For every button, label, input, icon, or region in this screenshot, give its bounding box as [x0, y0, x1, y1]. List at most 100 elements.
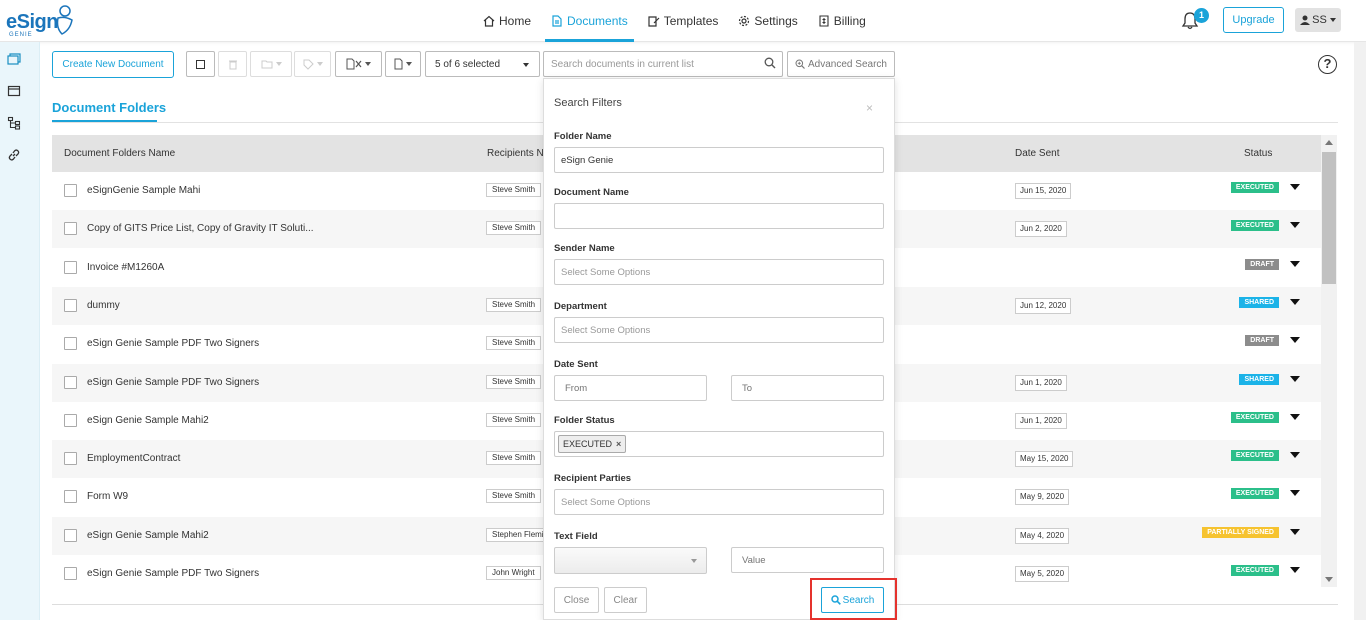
- nav-item-templates[interactable]: Templates: [640, 0, 727, 42]
- column-header-recipients[interactable]: Recipients Na: [487, 148, 549, 159]
- row-checkbox[interactable]: [64, 528, 77, 542]
- selection-count-dropdown[interactable]: 5 of 6 selected: [425, 51, 540, 77]
- tree-icon[interactable]: [7, 116, 21, 130]
- page-scrollbar[interactable]: [1354, 42, 1366, 620]
- sender-name-select[interactable]: Select Some Options: [554, 259, 884, 285]
- row-actions-dropdown-icon[interactable]: [1290, 567, 1300, 573]
- folder-status-multiselect[interactable]: EXECUTED ×: [554, 431, 884, 457]
- date-sent: May 9, 2020: [1015, 489, 1070, 506]
- calendar-icon[interactable]: [7, 84, 21, 98]
- document-options-dropdown[interactable]: [385, 51, 421, 77]
- link-icon[interactable]: [7, 148, 21, 162]
- date-sent: Jun 2, 2020: [1015, 221, 1067, 238]
- folder-name[interactable]: eSign Genie Sample PDF Two Signers: [87, 568, 259, 579]
- scroll-down-icon[interactable]: [1325, 577, 1333, 582]
- row-checkbox[interactable]: [64, 490, 77, 504]
- row-checkbox[interactable]: [64, 413, 77, 427]
- column-header-status[interactable]: Status: [1244, 148, 1272, 159]
- row-actions-dropdown-icon[interactable]: [1290, 413, 1300, 420]
- nav-item-home[interactable]: Home: [475, 0, 539, 42]
- create-new-document-button[interactable]: Create New Document: [52, 51, 174, 78]
- folder-name[interactable]: eSign Genie Sample PDF Two Signers: [87, 377, 259, 388]
- folder-name[interactable]: eSign Genie Sample Mahi2: [87, 530, 209, 541]
- delete-button[interactable]: [218, 51, 247, 77]
- folder-name[interactable]: EmploymentContract: [87, 453, 180, 464]
- row-checkbox[interactable]: [64, 452, 77, 466]
- text-field-select[interactable]: [554, 547, 707, 574]
- nav-item-billing[interactable]: Billing: [810, 0, 874, 42]
- row-checkbox[interactable]: [64, 567, 77, 580]
- table-scrollbar[interactable]: [1321, 135, 1337, 587]
- row-checkbox[interactable]: [64, 337, 77, 351]
- folder-name[interactable]: eSignGenie Sample Mahi: [87, 185, 200, 196]
- row-actions-dropdown-icon[interactable]: [1290, 298, 1300, 305]
- text-field-value-input[interactable]: [731, 547, 884, 573]
- search-documents-input[interactable]: [543, 51, 783, 77]
- search-icon[interactable]: [764, 57, 776, 69]
- esign-genie-logo[interactable]: eSign GENIE: [6, 4, 76, 38]
- folder-name[interactable]: Form W9: [87, 491, 128, 502]
- folders-icon[interactable]: [7, 52, 21, 66]
- column-header-date-sent[interactable]: Date Sent: [1015, 148, 1059, 159]
- document-actions-dropdown[interactable]: [335, 51, 382, 77]
- user-menu[interactable]: SS: [1295, 8, 1341, 32]
- date-sent: Jun 1, 2020: [1015, 374, 1067, 391]
- notifications-bell[interactable]: 1: [1180, 8, 1209, 33]
- row-checkbox[interactable]: [64, 375, 77, 389]
- row-actions-dropdown-icon[interactable]: [1290, 528, 1300, 535]
- folder-name[interactable]: eSign Genie Sample PDF Two Signers: [87, 338, 259, 349]
- status-badge: DRAFT: [1245, 335, 1279, 347]
- date-to-input[interactable]: [731, 375, 884, 401]
- row-actions-dropdown-icon[interactable]: [1290, 375, 1300, 382]
- help-icon[interactable]: ?: [1318, 55, 1337, 74]
- remove-tag-icon[interactable]: ×: [616, 439, 621, 449]
- chevron-down-icon: [1329, 18, 1336, 22]
- folder-name[interactable]: Invoice #M1260A: [87, 262, 164, 273]
- row-actions-dropdown-icon[interactable]: [1290, 222, 1300, 229]
- column-header-name[interactable]: Document Folders Name: [64, 148, 175, 159]
- folder-name[interactable]: Copy of GITS Price List, Copy of Gravity…: [87, 223, 314, 234]
- move-folder-dropdown[interactable]: [250, 51, 292, 77]
- tag-dropdown[interactable]: [294, 51, 331, 77]
- row-actions-dropdown-icon[interactable]: [1290, 490, 1300, 497]
- row-actions-dropdown-icon[interactable]: [1290, 452, 1300, 459]
- folder-name-input[interactable]: [554, 147, 884, 173]
- select-all-checkbox-button[interactable]: [186, 51, 215, 77]
- billing-icon: [819, 15, 829, 27]
- nav-item-settings[interactable]: Settings: [730, 0, 805, 42]
- home-icon: [483, 15, 495, 27]
- genie-mascot-icon: [56, 5, 73, 35]
- checkbox-icon: [196, 59, 205, 69]
- clear-button[interactable]: Clear: [604, 587, 647, 613]
- row-checkbox[interactable]: [64, 298, 77, 312]
- close-button[interactable]: Close: [554, 587, 599, 613]
- row-checkbox[interactable]: [64, 222, 77, 236]
- folder-name[interactable]: dummy: [87, 300, 120, 311]
- row-actions-dropdown-icon[interactable]: [1290, 260, 1300, 267]
- status-badge: PARTIALLY SIGNED: [1202, 526, 1279, 538]
- recipient-parties-select[interactable]: Select Some Options: [554, 489, 884, 515]
- scroll-up-icon[interactable]: [1325, 140, 1333, 145]
- document-name-input[interactable]: [554, 203, 884, 229]
- row-checkbox[interactable]: [64, 184, 77, 197]
- recipient-chip: Steve Smith: [486, 221, 542, 236]
- department-select[interactable]: Select Some Options: [554, 317, 884, 343]
- upgrade-button[interactable]: Upgrade: [1223, 7, 1284, 33]
- date-from-input[interactable]: [554, 375, 707, 401]
- nav-item-label: Settings: [754, 14, 798, 28]
- row-actions-dropdown-icon[interactable]: [1290, 184, 1300, 190]
- folder-name[interactable]: eSign Genie Sample Mahi2: [87, 415, 209, 426]
- recipient-chip: Steve Smith: [486, 183, 542, 197]
- sender-name-label: Sender Name: [554, 243, 615, 254]
- status-badge: EXECUTED: [1230, 488, 1279, 500]
- row-checkbox[interactable]: [64, 260, 77, 274]
- selection-count-label: 5 of 6 selected: [435, 58, 501, 70]
- advanced-search-button[interactable]: Advanced Search: [787, 51, 895, 77]
- status-badge: SHARED: [1239, 296, 1279, 308]
- nav-item-documents[interactable]: Documents: [543, 0, 636, 42]
- row-actions-dropdown-icon[interactable]: [1290, 337, 1300, 344]
- scrollbar-thumb[interactable]: [1322, 152, 1336, 284]
- close-icon[interactable]: ×: [866, 101, 873, 115]
- status-badge: EXECUTED: [1230, 411, 1279, 423]
- tab-document-folders[interactable]: Document Folders: [52, 100, 166, 115]
